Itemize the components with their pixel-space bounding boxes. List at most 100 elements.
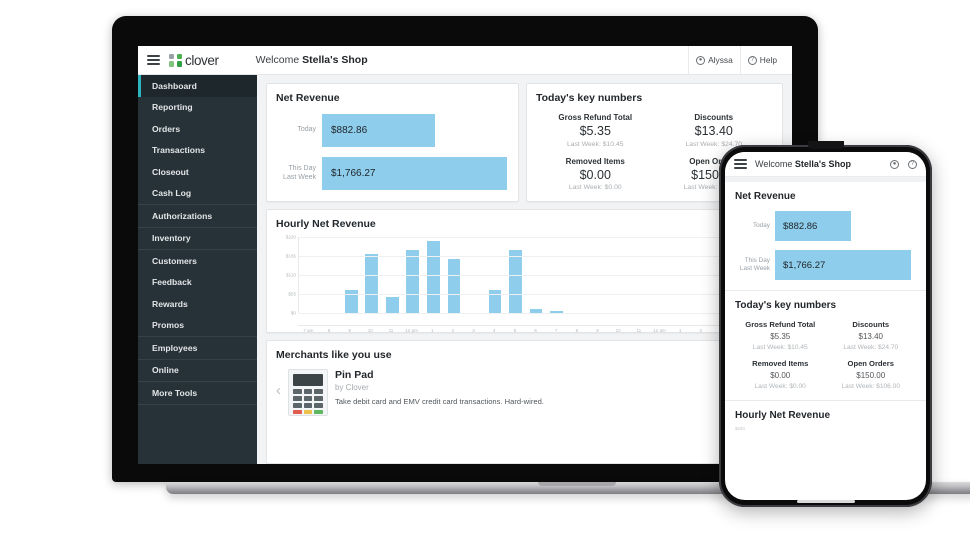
sidebar-item-rewards[interactable]: Rewards — [138, 293, 257, 315]
sidebar-item-dashboard[interactable]: Dashboard — [138, 75, 257, 97]
sidebar-item-cash-log[interactable]: Cash Log — [138, 183, 257, 205]
merchants-body: ‹ Pin Pad by Clover Take debit card and … — [276, 369, 773, 416]
hourly-net-revenue-card: Hourly Net Revenue $220 $165 $110 $55 $0 7 a… — [266, 209, 783, 333]
sidebar-item-label: Reporting — [152, 102, 193, 113]
sidebar-item-label: Promos — [152, 320, 184, 331]
chart-grid-line — [299, 294, 773, 295]
net-revenue-row-last-week: This Day Last Week $1,766.27 — [276, 157, 509, 190]
hamburger-icon[interactable] — [147, 55, 160, 65]
user-circle-icon: ● — [696, 55, 706, 65]
main-content: Net Revenue Today $882.86 This Day Last … — [257, 75, 792, 464]
chart-bar[interactable] — [385, 297, 399, 313]
chart-bar[interactable] — [365, 253, 379, 313]
sidebar-item-label: Inventory — [152, 233, 191, 244]
phone-hourly-section: Hourly Net Revenue $220 — [725, 401, 926, 435]
sidebar-item-authorizations[interactable]: Authorizations — [138, 205, 257, 227]
chart-bar[interactable] — [406, 249, 420, 313]
chart-x-tick: 12 pm — [405, 328, 418, 333]
phone-net-revenue-bar-last-week: $1,766.27 — [775, 250, 911, 280]
help-button[interactable]: ? Help — [739, 46, 784, 75]
net-revenue-bar-last-week: $1,766.27 — [322, 157, 507, 190]
phone-welcome-message: Welcome Stella's Shop — [755, 159, 851, 169]
chart-y-tick: $110 — [286, 272, 296, 278]
sidebar-item-customers[interactable]: Customers — [138, 250, 257, 272]
chart-x-tick: 7 — [554, 328, 558, 333]
clover-mark-icon — [169, 53, 182, 67]
key-number-sub: Last Week: $10.45 — [566, 140, 624, 148]
sidebar-item-more-tools[interactable]: More Tools — [138, 382, 257, 404]
key-number-removed-items: Removed Items $0.00 Last Week: $0.00 — [536, 157, 655, 192]
key-number-value: $0.00 — [579, 167, 611, 182]
sidebar-item-orders[interactable]: Orders — [138, 118, 257, 140]
chart-bar[interactable] — [447, 258, 461, 313]
sidebar-group: Inventory — [138, 228, 257, 250]
phone-nr-label-line1: Today — [752, 222, 770, 229]
hamburger-icon[interactable] — [734, 159, 747, 169]
sidebar-item-inventory[interactable]: Inventory — [138, 228, 257, 250]
help-label: Help — [759, 55, 777, 65]
sidebar-item-employees[interactable]: Employees — [138, 337, 257, 359]
phone-device: Welcome Stella's Shop ● ? Net Revenue To… — [719, 141, 932, 507]
phone-key-number-label: Discounts — [852, 320, 890, 329]
sidebar-item-label: Feedback — [152, 277, 192, 288]
phone-key-number-value: $13.40 — [858, 332, 883, 341]
pin-pad-product-image — [288, 369, 328, 416]
chart-x-tick: 10 — [367, 328, 373, 333]
sidebar-group: Online — [138, 360, 257, 382]
phone-key-number-value: $150.00 — [856, 371, 886, 380]
top-cards-row: Net Revenue Today $882.86 This Day Last … — [266, 83, 783, 202]
phone-home-indicator — [796, 500, 855, 503]
product-description: Take debit card and EMV credit card tran… — [335, 397, 544, 406]
phone-net-revenue-bar-today: $882.86 — [775, 211, 851, 241]
phone-key-number-sub: Last Week: $24.70 — [843, 344, 899, 351]
net-revenue-card: Net Revenue Today $882.86 This Day Last … — [266, 83, 519, 202]
sidebar-item-label: Authorizations — [152, 210, 213, 221]
chart-bar[interactable] — [509, 249, 522, 313]
sidebar-item-label: Customers — [152, 255, 197, 266]
account-button[interactable]: ● Alyssa — [688, 46, 740, 75]
sidebar-item-label: Orders — [152, 123, 181, 134]
chevron-left-icon[interactable]: ‹ — [276, 369, 281, 398]
pin-pad-screen — [293, 374, 323, 386]
sidebar-item-label: Dashboard — [152, 80, 197, 91]
merchants-title: Merchants like you use — [276, 349, 392, 361]
chart-x-tick: 10 — [615, 328, 621, 333]
sidebar-item-promos[interactable]: Promos — [138, 315, 257, 337]
phone-screen: Welcome Stella's Shop ● ? Net Revenue To… — [725, 152, 926, 500]
key-number-label: Gross Refund Total — [558, 113, 633, 122]
sidebar-item-reporting[interactable]: Reporting — [138, 97, 257, 119]
chart-grid-line — [299, 237, 773, 238]
sidebar-group: More Tools — [138, 382, 257, 405]
phone-hourly-axis-label: $220 — [735, 426, 745, 431]
chart-bar[interactable] — [426, 240, 440, 313]
clover-wordmark: clover — [185, 52, 219, 68]
account-label: Alyssa — [708, 55, 733, 65]
sidebar-item-label: Cash Log — [152, 188, 192, 199]
chart-x-tick: 9 — [596, 328, 599, 333]
net-revenue-label: Today — [276, 114, 322, 147]
question-circle-icon[interactable]: ? — [908, 159, 917, 169]
phone-key-number-gross-refund-total: Gross Refund Total $5.35 Last Week: $10.… — [735, 320, 826, 351]
phone-key-numbers-grid: Gross Refund Total $5.35 Last Week: $10.… — [735, 320, 916, 390]
laptop-base-notch — [538, 482, 616, 486]
hourly-chart-title: Hourly Net Revenue — [276, 218, 376, 230]
net-revenue-label-text: Today — [297, 126, 316, 134]
key-number-value: $13.40 — [694, 124, 733, 138]
net-revenue-label: This Day Last Week — [276, 157, 322, 190]
phone-key-number-removed-items: Removed Items $0.00 Last Week: $0.00 — [735, 359, 826, 390]
chart-x-tick: 8 — [327, 328, 331, 333]
chart-plot-area — [298, 237, 773, 314]
phone-key-number-sub: Last Week: $0.00 — [754, 383, 806, 390]
sidebar-group: Dashboard Reporting Orders Transactions … — [138, 75, 257, 205]
laptop-device: clover Welcome Stella's Shop ● Alyssa ? … — [112, 16, 970, 494]
sidebar-item-label: Rewards — [152, 298, 188, 309]
sidebar-item-transactions[interactable]: Transactions — [138, 140, 257, 162]
sidebar-group: Employees — [138, 337, 257, 360]
sidebar-item-closeout[interactable]: Closeout — [138, 161, 257, 183]
user-circle-icon[interactable]: ● — [890, 159, 899, 169]
sidebar-item-online[interactable]: Online — [138, 360, 257, 382]
clover-logo[interactable]: clover — [169, 53, 219, 68]
key-number-label: Removed Items — [565, 156, 625, 166]
welcome-message: Welcome Stella's Shop — [256, 54, 368, 66]
sidebar-item-feedback[interactable]: Feedback — [138, 272, 257, 294]
